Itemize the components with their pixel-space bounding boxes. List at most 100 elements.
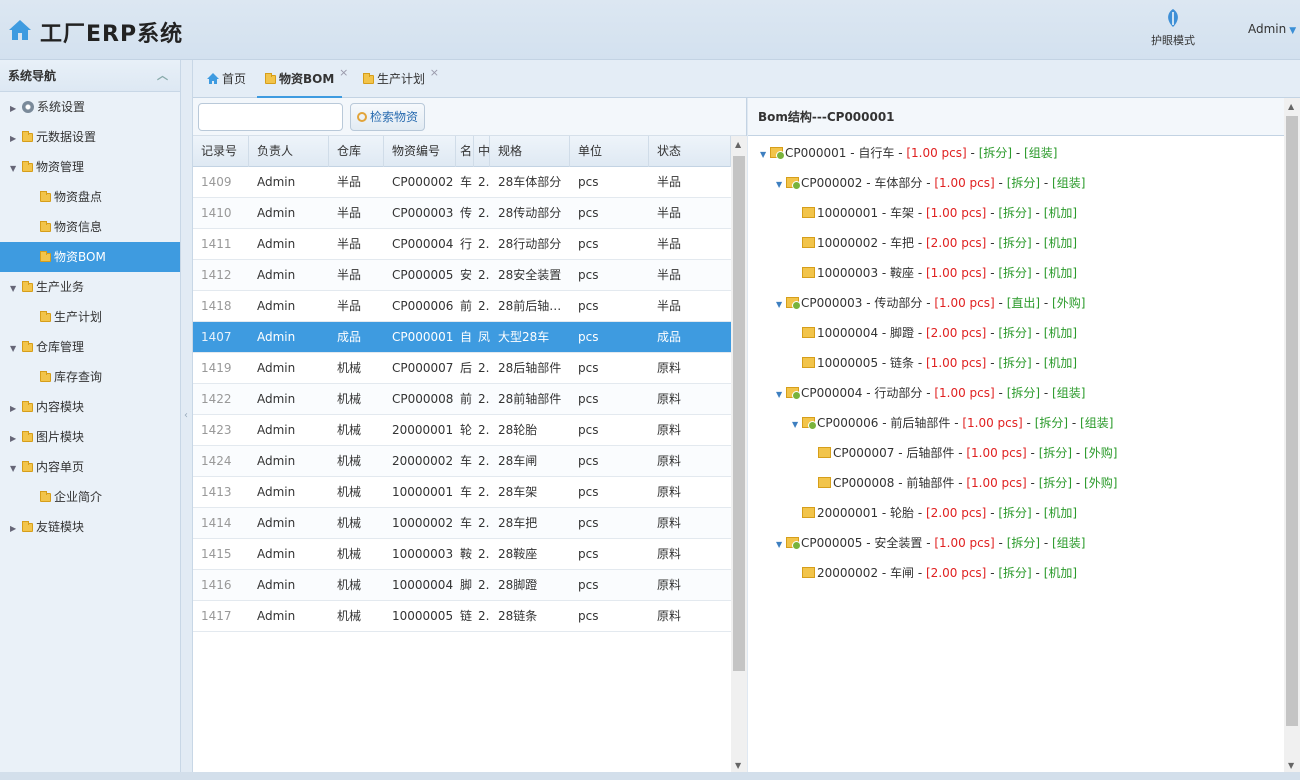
collapse-left-icon[interactable]: ‹ [184, 410, 188, 421]
bom-node-name: CP000003 - 传动部分 - [801, 296, 935, 310]
expand-down-icon[interactable]: ▼ [776, 294, 786, 316]
bom-tree-node[interactable]: 10000002 - 车把 - [2.00 pcs] - [拆分] - [机加] [792, 232, 1077, 254]
scroll-thumb[interactable] [1286, 116, 1298, 726]
bom-tree-node[interactable]: CP000007 - 后轴部件 - [1.00 pcs] - [拆分] - [外… [808, 442, 1117, 464]
table-row[interactable]: 1417 Admin 机械 10000005 链 2. 28链条 pcs 原料 [193, 601, 731, 632]
bom-tree-node[interactable]: ▼ CP000001 - 自行车 - [1.00 pcs] - [拆分] - [组… [760, 142, 1057, 164]
scroll-thumb[interactable] [733, 156, 745, 671]
column-header[interactable]: 仓库 [329, 136, 384, 167]
sidebar-item[interactable]: ▶ 内容模块 [0, 392, 180, 422]
table-row[interactable]: 1418 Admin 半品 CP000006 前 2. 28前后轴… pcs 半品 [193, 291, 731, 322]
user-menu[interactable]: Admin ▼ [1248, 22, 1296, 36]
expand-down-icon[interactable]: ▼ [10, 454, 22, 484]
table-cell: Admin [257, 361, 296, 375]
expand-down-icon[interactable]: ▼ [776, 384, 786, 406]
sidebar-item[interactable]: ▶ 友链模块 [0, 512, 180, 542]
scroll-down-icon[interactable]: ▼ [1288, 761, 1294, 770]
expand-down-icon[interactable]: ▼ [792, 414, 802, 436]
folder-icon [22, 461, 33, 472]
bom-tree-node[interactable]: ▼ CP000006 - 前后轴部件 - [1.00 pcs] - [拆分] - … [792, 412, 1113, 434]
chevron-up-icon[interactable]: ︿ [157, 60, 168, 92]
sidebar-item[interactable]: ▶ 元数据设置 [0, 122, 180, 152]
table-row[interactable]: 1412 Admin 半品 CP000005 安 2. 28安全装置 pcs 半品 [193, 260, 731, 291]
close-icon[interactable]: × [339, 62, 348, 84]
table-row[interactable]: 1422 Admin 机械 CP000008 前 2. 28前轴部件 pcs 原料 [193, 384, 731, 415]
bom-tree-node[interactable]: CP000008 - 前轴部件 - [1.00 pcs] - [拆分] - [外… [808, 472, 1117, 494]
tab-production-plan[interactable]: 生产计划 × [355, 66, 439, 98]
sidebar-item[interactable]: ▼ 内容单页 [0, 452, 180, 482]
expand-right-icon[interactable]: ▶ [10, 424, 22, 454]
sidebar-title: 系统导航 [8, 69, 57, 83]
sidebar-item[interactable]: 生产计划 [0, 302, 180, 332]
expand-down-icon[interactable]: ▼ [10, 274, 22, 304]
column-header[interactable]: 状态 [649, 136, 731, 167]
scroll-up-icon[interactable]: ▲ [1288, 102, 1294, 111]
bom-tree-node[interactable]: 10000001 - 车架 - [1.00 pcs] - [拆分] - [机加] [792, 202, 1077, 224]
table-row[interactable]: 1407 Admin 成品 CP000001 自凤大型28车 pcs 成品 [193, 322, 731, 353]
sidebar-item[interactable]: ▼ 物资管理 [0, 152, 180, 182]
table-row[interactable]: 1414 Admin 机械 10000002 车 2. 28车把 pcs 原料 [193, 508, 731, 539]
bom-tree-node[interactable]: ▼ CP000003 - 传动部分 - [1.00 pcs] - [直出] - [… [776, 292, 1085, 314]
scroll-up-icon[interactable]: ▲ [735, 140, 741, 149]
sidebar-item[interactable]: ▶ 图片模块 [0, 422, 180, 452]
table-row[interactable]: 1410 Admin 半品 CP000003 传 2. 28传动部分 pcs 半品 [193, 198, 731, 229]
sidebar-item[interactable]: 物资信息 [0, 212, 180, 242]
sidebar-splitter[interactable]: ‹ [181, 60, 193, 772]
expand-down-icon[interactable]: ▼ [760, 144, 770, 166]
sidebar-item[interactable]: 库存查询 [0, 362, 180, 392]
bom-tree-node[interactable]: 20000001 - 轮胎 - [2.00 pcs] - [拆分] - [机加] [792, 502, 1077, 524]
bom-node-sep1: - [986, 206, 999, 220]
bom-node-name: 20000002 - 车闸 - [817, 566, 926, 580]
grid-scrollbar[interactable]: ▲ ▼ [731, 136, 747, 772]
column-header[interactable]: 中 [474, 136, 490, 167]
column-header[interactable]: 物资编号 [384, 136, 456, 167]
expand-right-icon[interactable]: ▶ [10, 394, 22, 424]
sidebar-item[interactable]: ▼ 生产业务 [0, 272, 180, 302]
table-row[interactable]: 1419 Admin 机械 CP000007 后 2. 28后轴部件 pcs 原料 [193, 353, 731, 384]
sidebar-item[interactable]: 物资BOM [0, 242, 180, 272]
scroll-down-icon[interactable]: ▼ [735, 761, 741, 770]
expand-down-icon[interactable]: ▼ [10, 154, 22, 184]
column-header[interactable]: 规格 [490, 136, 570, 167]
table-row[interactable]: 1413 Admin 机械 10000001 车 2. 28车架 pcs 原料 [193, 477, 731, 508]
tab-material-bom[interactable]: 物资BOM × [257, 66, 348, 98]
expand-right-icon[interactable]: ▶ [10, 124, 22, 154]
eye-mode-button[interactable]: 护眼模式 [1148, 8, 1198, 48]
search-input[interactable] [198, 103, 343, 131]
table-cell: 1411 [201, 237, 232, 251]
bom-tree-node[interactable]: ▼ CP000004 - 行动部分 - [1.00 pcs] - [拆分] - [… [776, 382, 1085, 404]
sidebar-item-label: 物资BOM [54, 250, 106, 264]
column-header[interactable]: 名 [456, 136, 474, 167]
table-row[interactable]: 1409 Admin 半品 CP000002 车 2. 28车体部分 pcs 半品 [193, 167, 731, 198]
expand-down-icon[interactable]: ▼ [10, 334, 22, 364]
bom-tree-node[interactable]: ▼ CP000002 - 车体部分 - [1.00 pcs] - [拆分] - [… [776, 172, 1085, 194]
table-row[interactable]: 1411 Admin 半品 CP000004 行 2. 28行动部分 pcs 半品 [193, 229, 731, 260]
sidebar-item[interactable]: 企业简介 [0, 482, 180, 512]
column-header[interactable]: 记录号 [193, 136, 249, 167]
bom-tree-node[interactable]: 10000004 - 脚蹬 - [2.00 pcs] - [拆分] - [机加] [792, 322, 1077, 344]
table-row[interactable]: 1415 Admin 机械 10000003 鞍 2. 28鞍座 pcs 原料 [193, 539, 731, 570]
bom-tree-node[interactable]: ▼ CP000005 - 安全装置 - [1.00 pcs] - [拆分] - [… [776, 532, 1085, 554]
sidebar-item[interactable]: ▶ 系统设置 [0, 92, 180, 122]
bom-tree-node[interactable]: 10000005 - 链条 - [1.00 pcs] - [拆分] - [机加] [792, 352, 1077, 374]
column-header[interactable]: 负责人 [249, 136, 329, 167]
search-material-button[interactable]: 检索物资 [350, 103, 426, 131]
table-row[interactable]: 1416 Admin 机械 10000004 脚 2. 28脚蹬 pcs 原料 [193, 570, 731, 601]
tab-home[interactable]: 首页 [199, 68, 254, 98]
expand-down-icon[interactable]: ▼ [776, 174, 786, 196]
sidebar-item[interactable]: 物资盘点 [0, 182, 180, 212]
bom-node-op1: [拆分] [1006, 536, 1041, 550]
column-header[interactable]: 单位 [570, 136, 649, 167]
expand-down-icon[interactable]: ▼ [776, 534, 786, 556]
table-row[interactable]: 1423 Admin 机械 20000001 轮 2. 28轮胎 pcs 原料 [193, 415, 731, 446]
expand-right-icon[interactable]: ▶ [10, 94, 22, 124]
folder-icon [40, 491, 51, 502]
close-icon[interactable]: × [430, 62, 439, 84]
bom-tree-node[interactable]: 20000002 - 车闸 - [2.00 pcs] - [拆分] - [机加] [792, 562, 1077, 584]
expand-right-icon[interactable]: ▶ [10, 514, 22, 544]
bom-tree-node[interactable]: 10000003 - 鞍座 - [1.00 pcs] - [拆分] - [机加] [792, 262, 1077, 284]
table-row[interactable]: 1424 Admin 机械 20000002 车 2. 28车闸 pcs 原料 [193, 446, 731, 477]
bom-scrollbar[interactable]: ▲ ▼ [1284, 98, 1300, 772]
sidebar-item[interactable]: ▼ 仓库管理 [0, 332, 180, 362]
bom-tree-panel: Bom结构---CP000001 ▼ CP000001 - 自行车 - [1.00… [748, 98, 1300, 772]
